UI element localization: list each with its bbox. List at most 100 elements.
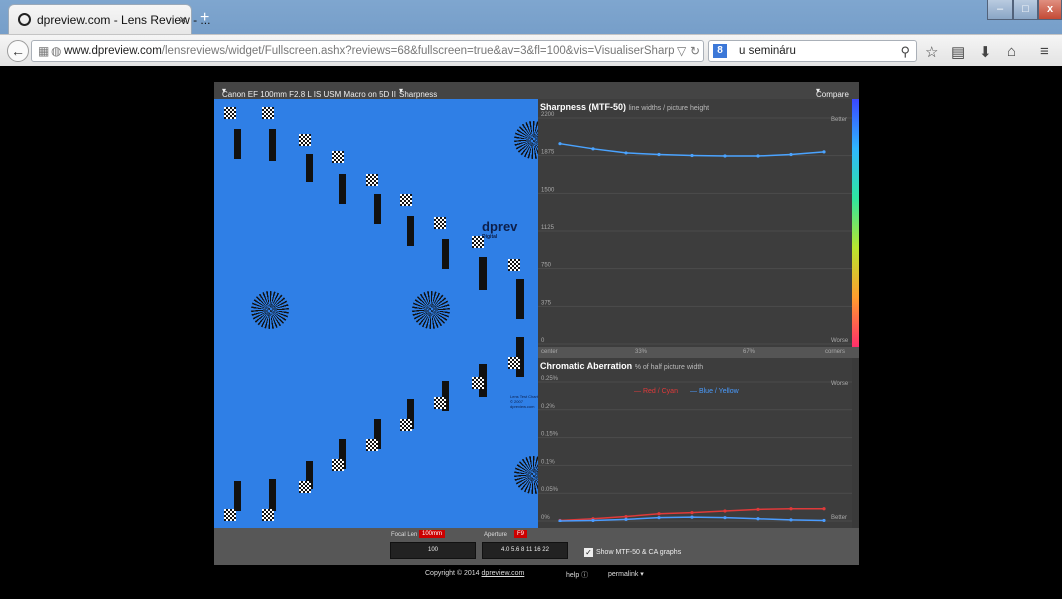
data-point (657, 512, 661, 516)
downloads-icon[interactable]: ⬇ (979, 43, 992, 61)
slanted-edge (442, 239, 449, 269)
aperture-badge: F9 (514, 530, 528, 538)
checker-target (332, 459, 344, 471)
new-tab-button[interactable]: + (200, 9, 209, 27)
x-label: center (541, 349, 558, 355)
data-point (624, 514, 628, 519)
controls-bar: Focal Len 100mm Aperture F9 100 4.0 5.6 … (214, 528, 859, 565)
y-tick-label: 750 (541, 263, 552, 269)
close-window-button[interactable]: x (1038, 0, 1062, 20)
show-graphs-checkbox[interactable]: ✓ (584, 548, 593, 557)
checker-target (366, 174, 378, 186)
siemens-star (514, 456, 538, 494)
siemens-star (514, 121, 538, 159)
focal-length-slider[interactable]: 100 (390, 542, 476, 559)
google-search-icon[interactable]: 8 (713, 44, 727, 58)
reading-list-icon[interactable]: ▤ (951, 43, 965, 61)
slanted-edge (374, 194, 381, 224)
data-point (723, 154, 727, 158)
data-point (756, 507, 760, 511)
back-button[interactable]: ← (7, 40, 29, 62)
data-point (789, 518, 793, 522)
data-point (690, 515, 694, 519)
y-tick-label: 1875 (541, 150, 555, 156)
search-icon[interactable]: ⚲ (900, 44, 910, 60)
data-point (822, 507, 826, 511)
checker-target (299, 134, 311, 146)
y-tick-label: 0.25% (541, 376, 559, 382)
y-tick-label: 0 (541, 338, 545, 344)
slanted-edge (234, 481, 241, 511)
url-bar[interactable]: ▦ ◍ www.dpreview.com/lensreviews/widget/… (31, 40, 704, 62)
legend-blue-yellow: — Blue / Yellow (690, 388, 739, 395)
minimize-button[interactable]: – (987, 0, 1013, 20)
x-label: corners (825, 349, 846, 355)
checker-target (434, 217, 446, 229)
permalink-link[interactable]: permalink ▾ (608, 570, 644, 578)
slanted-edge (479, 257, 487, 290)
chart-caption: Lens Test Chart © 2007 dpreview.com (510, 394, 538, 409)
ca-chart: 0.25% 0.2% 0.15% 0.1% 0.05% 0% Better Worse (538, 376, 852, 522)
y-tick-label: 0.2% (541, 404, 555, 410)
help-link[interactable]: help ⓘ (566, 570, 588, 580)
sharpness-chart: 2200 1875 1500 1125 750 375 0 Worse Better (538, 112, 852, 345)
worse-label: Worse (831, 381, 849, 387)
data-point (624, 517, 628, 521)
worse-label: Worse (831, 338, 849, 344)
search-input[interactable]: u semináru (739, 45, 796, 57)
lens-widget: Canon EF 100mm F2.8 L IS USM Macro on 5D… (214, 82, 859, 565)
url-text: www.dpreview.com/lensreviews/widget/Full… (64, 45, 674, 57)
data-point (690, 511, 694, 515)
bookmark-dropdown-icon[interactable]: ▽ (677, 44, 686, 58)
navigation-bar: ← ▦ ◍ www.dpreview.com/lensreviews/widge… (0, 34, 1062, 66)
checker-target (400, 194, 412, 206)
checker-target (366, 439, 378, 451)
y-tick-label: 0.05% (541, 487, 559, 493)
slanted-edge (234, 129, 241, 159)
dpreview-logo: dprev Digital (482, 219, 518, 240)
slanted-edge (407, 216, 414, 246)
data-point (657, 516, 661, 520)
maximize-button[interactable]: □ (1013, 0, 1038, 20)
data-point (756, 517, 760, 521)
browser-tab[interactable]: dpreview.com - Lens Review - ... × (8, 4, 210, 34)
test-chart-image: dprev Digital Lens Test Chart © 2007 dprev… (214, 99, 538, 528)
mode-selector[interactable]: Sharpness ▾ (399, 86, 437, 99)
copyright-text: Copyright © 2014 dpreview.com (425, 570, 525, 577)
bookmark-star-icon[interactable]: ☆ (925, 43, 938, 61)
data-point (789, 152, 793, 157)
checker-target (434, 397, 446, 409)
checker-target (224, 107, 236, 119)
checker-target (262, 107, 274, 119)
reload-icon[interactable]: ↻ (690, 44, 700, 58)
legend-red-cyan: — Red / Cyan (634, 388, 678, 395)
aperture-label: Aperture (484, 532, 508, 538)
lens-selector[interactable]: Canon EF 100mm F2.8 L IS USM Macro on 5D… (222, 86, 396, 99)
y-tick-label: 0.1% (541, 459, 555, 465)
data-point (558, 142, 562, 146)
tab-close-icon[interactable]: × (179, 12, 187, 27)
focal-length-badge: 100mm (419, 530, 446, 538)
aperture-slider[interactable]: 4.0 5.6 8 11 16 22 (482, 542, 568, 559)
checker-target (262, 509, 274, 521)
data-point (591, 147, 595, 151)
slanted-edge (516, 279, 524, 319)
data-point (756, 154, 760, 158)
focal-length-label: Focal Len (391, 532, 418, 538)
slanted-edge (339, 174, 346, 204)
quality-colorbar (852, 99, 859, 347)
menu-icon[interactable]: ≡ (1040, 43, 1049, 60)
dpreview-link[interactable]: dpreview.com (482, 570, 525, 577)
checker-target (224, 509, 236, 521)
home-icon[interactable]: ⌂ (1007, 43, 1016, 60)
data-point (723, 516, 727, 520)
checker-target (508, 357, 520, 369)
show-graphs-label: Show MTF-50 & CA graphs (596, 549, 682, 556)
compare-button[interactable]: Compare ▾ (816, 86, 849, 99)
search-bar[interactable]: 8 u semináru ⚲ (708, 40, 917, 62)
data-point (690, 153, 694, 158)
slanted-edge (306, 154, 313, 182)
dpreview-favicon-icon (18, 13, 31, 26)
data-point (591, 518, 595, 522)
y-tick-label: 0.15% (541, 432, 559, 438)
